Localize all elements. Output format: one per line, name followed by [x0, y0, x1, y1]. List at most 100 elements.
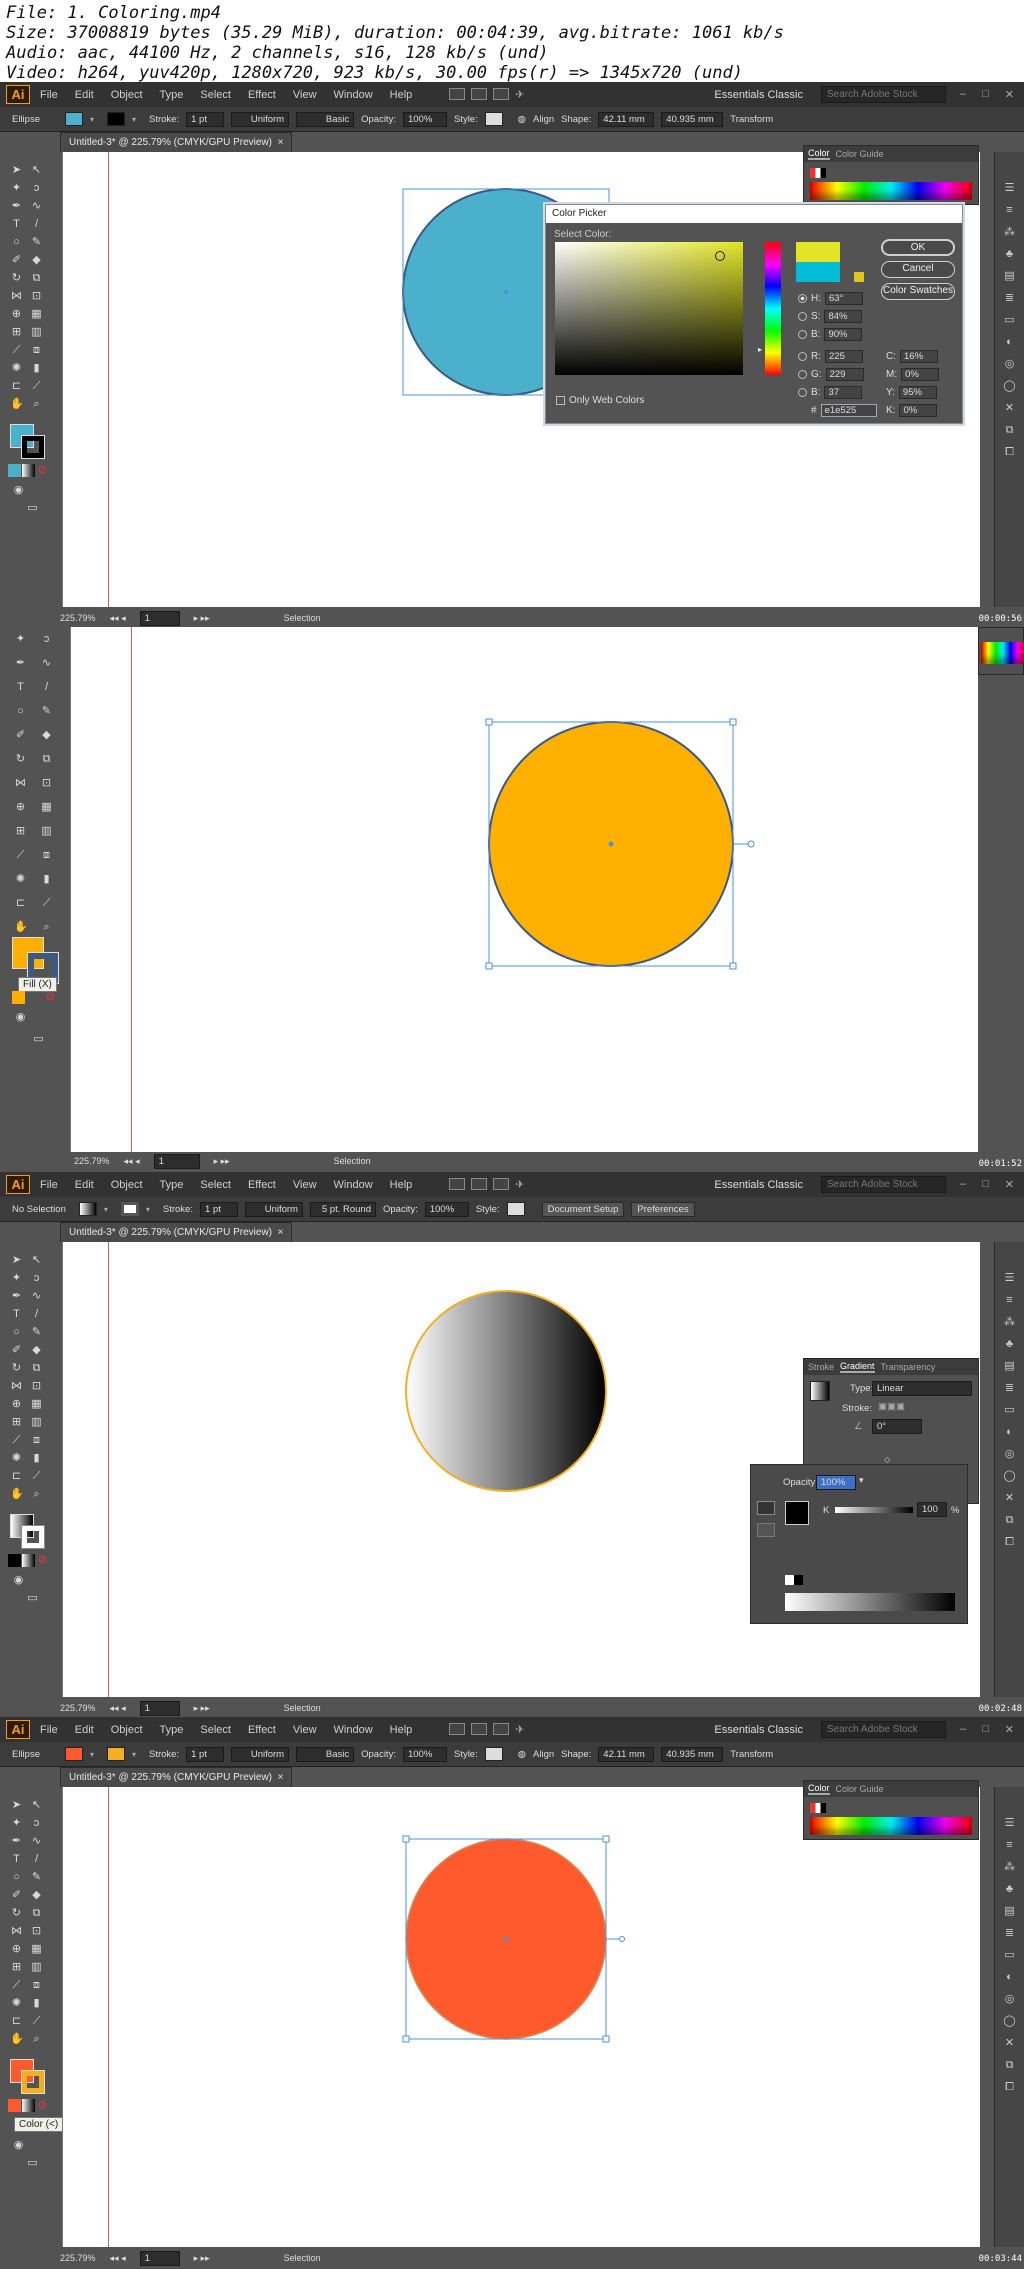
color-tab[interactable]: Color — [808, 1783, 830, 1795]
rotate-tool-icon[interactable]: ↻ — [14, 753, 27, 766]
ellipse-tool-icon[interactable]: ○ — [10, 1326, 23, 1339]
ellipse-tool-icon[interactable]: ○ — [14, 705, 27, 718]
transparency-icon[interactable]: ◐ — [1003, 1971, 1016, 1984]
gradient-type-select[interactable]: Linear — [872, 1381, 972, 1396]
r-field[interactable]: 225 — [825, 350, 863, 363]
brush-tool-icon[interactable]: ✎ — [30, 236, 43, 249]
menu-type[interactable]: Type — [160, 1179, 184, 1191]
hue-radio[interactable] — [798, 294, 807, 303]
eraser-tool-icon[interactable]: ◆ — [40, 729, 53, 742]
direct-selection-tool-icon[interactable]: ↖ — [30, 164, 43, 177]
menu-window[interactable]: Window — [334, 89, 373, 101]
fill-stroke-mini-swatch[interactable] — [785, 1575, 803, 1585]
brush-tool-icon[interactable]: ✎ — [30, 1871, 43, 1884]
document-tab[interactable]: Untitled-3* @ 225.79% (CMYK/GPU Preview)… — [60, 132, 293, 152]
direct-selection-tool-icon[interactable]: ↖ — [30, 1254, 43, 1267]
m-field[interactable]: 0% — [901, 368, 940, 381]
brush-round-select[interactable]: 5 pt. Round — [309, 1201, 376, 1217]
transparency-tab[interactable]: Transparency — [881, 1362, 936, 1372]
menu-effect[interactable]: Effect — [248, 89, 276, 101]
k-slider[interactable] — [835, 1507, 913, 1513]
selection-tool-icon[interactable]: ➤ — [10, 164, 23, 177]
style-swatch[interactable] — [484, 1747, 503, 1761]
appearance-icon[interactable]: ◎ — [1003, 1993, 1016, 2006]
draw-mode-icon[interactable]: ◉ — [12, 484, 25, 497]
appearance-icon[interactable]: ◎ — [1003, 358, 1016, 371]
width-field[interactable]: 42.11 mm — [598, 1746, 655, 1762]
artboard-canvas[interactable] — [70, 627, 978, 1152]
align-button[interactable]: Align — [533, 114, 554, 125]
free-transform-icon[interactable]: ⊡ — [30, 1380, 43, 1393]
symbol-sprayer-icon[interactable]: ✺ — [10, 362, 23, 375]
artboard-nav-next-icon[interactable]: ▸ ▸▸ — [194, 1703, 210, 1714]
brush-basic-select[interactable]: Basic — [296, 1746, 355, 1762]
minimize-icon[interactable]: – — [960, 88, 966, 101]
type-tool-icon[interactable]: T — [10, 1853, 23, 1866]
zoom-level[interactable]: 225.79% — [60, 613, 96, 623]
curvature-tool-icon[interactable]: ∿ — [30, 200, 43, 213]
document-setup-button[interactable]: Document Setup — [541, 1201, 625, 1217]
swatch-mode-icon[interactable] — [757, 1501, 775, 1515]
line-tool-icon[interactable]: / — [40, 681, 53, 694]
menu-file[interactable]: File — [40, 1724, 58, 1736]
pathfinder-icon[interactable]: ⧉ — [1003, 424, 1016, 437]
perspective-icon[interactable]: ▦ — [30, 1943, 43, 1956]
menu-effect[interactable]: Effect — [248, 1179, 276, 1191]
zoom-tool-icon[interactable]: ⌕ — [30, 398, 43, 411]
fill-stroke-mini-swatch[interactable] — [810, 168, 826, 178]
arrange-icon[interactable] — [493, 88, 510, 100]
close-icon[interactable]: ✕ — [1005, 88, 1014, 101]
perspective-icon[interactable]: ▦ — [30, 308, 43, 321]
perspective-icon[interactable]: ▦ — [30, 1398, 43, 1411]
libraries-icon[interactable]: ✕ — [1003, 2037, 1016, 2050]
workspace-switcher[interactable]: Essentials Classic — [714, 1724, 803, 1736]
menu-file[interactable]: File — [40, 1179, 58, 1191]
stroke-weight-field[interactable]: 1 pt — [199, 1201, 238, 1217]
color-swatches-button[interactable]: Color Swatches — [881, 283, 955, 300]
brush-tool-icon[interactable]: ✎ — [30, 1326, 43, 1339]
direct-selection-tool-icon[interactable]: ↖ — [30, 1799, 43, 1812]
search-stock-input[interactable]: Search Adobe Stock — [821, 86, 946, 103]
gradient-panel-icon[interactable]: ▭ — [1003, 314, 1016, 327]
pen-tool-icon[interactable]: ✒ — [10, 200, 23, 213]
stock-icon[interactable] — [471, 1178, 488, 1190]
close-tab-icon[interactable]: × — [278, 1772, 284, 1783]
selection-tool-icon[interactable]: ➤ — [10, 1254, 23, 1267]
brightness-radio[interactable] — [798, 330, 807, 339]
links-icon[interactable]: ⧠ — [1003, 2081, 1016, 2094]
lasso-icon[interactable]: ↄ — [30, 1817, 43, 1830]
stroke-panel-icon[interactable]: ≣ — [1003, 292, 1016, 305]
symbol-sprayer-icon[interactable]: ✺ — [10, 1452, 23, 1465]
color-mode-toggle-icon[interactable] — [757, 1523, 775, 1537]
chevron-down-icon[interactable]: ▾ — [104, 1205, 114, 1214]
artboard-nav-icon[interactable]: ◂◂ ◂ — [110, 1703, 126, 1714]
libraries-icon[interactable]: ✕ — [1003, 402, 1016, 415]
gradient-midpoint-icon[interactable]: ◇ — [884, 1455, 890, 1464]
ellipse-tool-icon[interactable]: ○ — [10, 1871, 23, 1884]
stroke-panel-icon[interactable]: ≣ — [1003, 1927, 1016, 1940]
stroke-box[interactable] — [21, 2070, 45, 2094]
magic-wand-icon[interactable]: ✦ — [10, 182, 23, 195]
layers-icon[interactable]: ≡ — [1003, 1294, 1016, 1307]
slice-tool-icon[interactable]: ⟋ — [30, 380, 43, 393]
close-icon[interactable]: ✕ — [1005, 1178, 1014, 1191]
stroke-tab[interactable]: Stroke — [808, 1362, 834, 1372]
stock-icon[interactable] — [471, 88, 488, 100]
graph-tool-icon[interactable]: ▮ — [30, 362, 43, 375]
color-spectrum[interactable] — [981, 642, 1024, 664]
shape-builder-icon[interactable]: ⊕ — [10, 308, 23, 321]
type-tool-icon[interactable]: T — [10, 1308, 23, 1321]
asset-export-icon[interactable]: ◯ — [1003, 1470, 1016, 1483]
gradient-mode-icon[interactable] — [22, 1554, 35, 1567]
pathfinder-icon[interactable]: ⧉ — [1003, 1514, 1016, 1527]
transform-button[interactable]: Transform — [730, 1749, 773, 1760]
properties-icon[interactable]: ☰ — [1003, 182, 1016, 195]
selected-black-swatch[interactable] — [785, 1501, 809, 1525]
gradient-tool-icon[interactable]: ▥ — [30, 1416, 43, 1429]
hand-tool-icon[interactable]: ✋ — [10, 2033, 24, 2046]
document-tab[interactable]: Untitled-3* @ 225.79% (CMYK/GPU Preview)… — [60, 1767, 293, 1787]
eraser-tool-icon[interactable]: ◆ — [30, 1889, 43, 1902]
color-spectrum[interactable] — [810, 1817, 972, 1835]
bridge-icon[interactable] — [449, 1178, 466, 1190]
hand-tool-icon[interactable]: ✋ — [14, 921, 28, 934]
